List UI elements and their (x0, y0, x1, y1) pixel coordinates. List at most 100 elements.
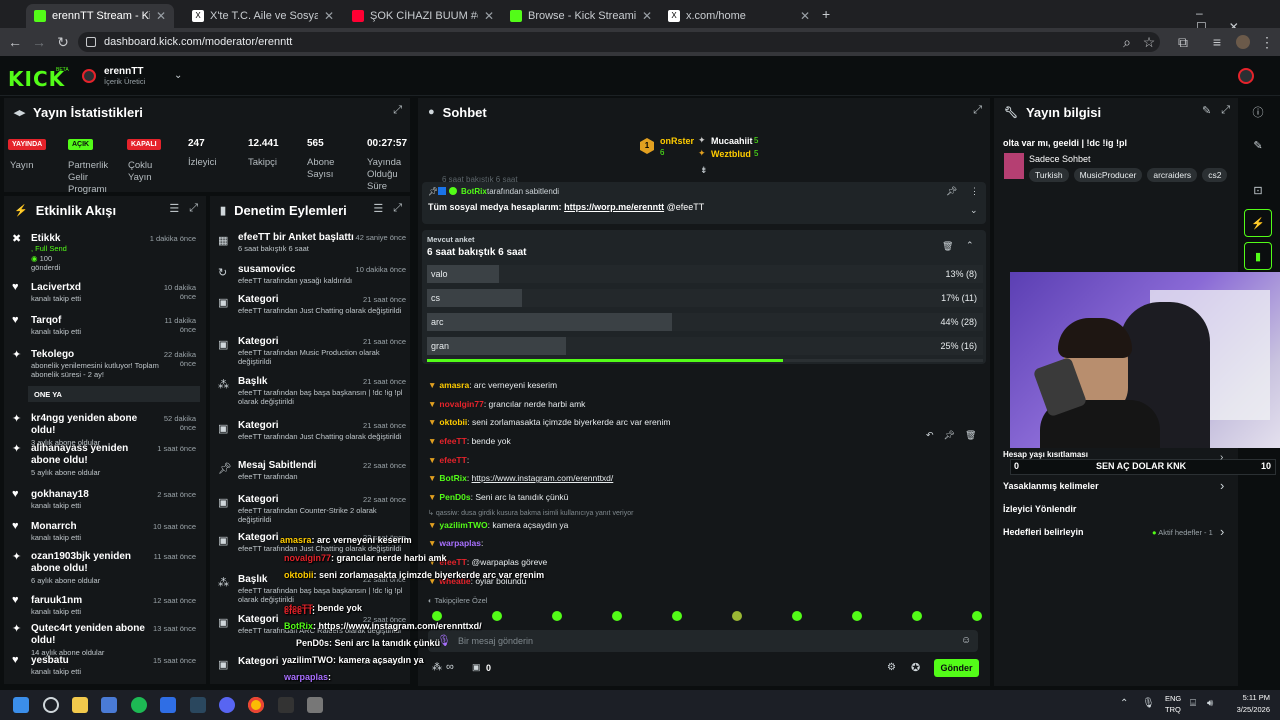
activity-toggle-icon[interactable]: ⚡ (1244, 209, 1272, 237)
zoom-icon[interactable]: ⌕ (1118, 33, 1136, 51)
chat-username[interactable]: oktobii (439, 417, 467, 427)
setting-redirect-viewers[interactable]: İzleyici Yönlendir (1003, 504, 1076, 514)
chevron-right-icon[interactable]: › (1220, 452, 1223, 463)
reload-icon[interactable]: ↻ (54, 33, 72, 51)
chevron-up-icon[interactable]: ⌃ (966, 240, 974, 251)
app-icon[interactable] (278, 697, 294, 713)
site-info-icon[interactable] (86, 37, 96, 47)
app-icon[interactable] (160, 697, 176, 713)
pin-icon[interactable]: 📌︎ (944, 430, 955, 446)
reply-icon[interactable]: ↶ (926, 430, 934, 446)
chat-username[interactable]: BotRix (439, 473, 466, 483)
edit-icon[interactable]: ✎ (1244, 131, 1272, 159)
tab-kick-dashboard[interactable]: erennTT Stream - Kick Dashboa ✕ (26, 4, 174, 28)
emote-icon[interactable] (552, 611, 562, 621)
chat-link[interactable]: https://www.instagram.com/erennttxd/ (472, 473, 614, 483)
edit-icon[interactable]: ✎ (1202, 104, 1211, 117)
emote-icon[interactable] (492, 611, 502, 621)
channel-avatar[interactable] (82, 69, 96, 83)
focus-icon[interactable]: ⊡ (1244, 176, 1272, 204)
expand-down-icon[interactable]: ⇟ (700, 165, 708, 176)
close-icon[interactable]: ✕ (484, 9, 494, 23)
chevron-right-icon[interactable]: › (1220, 478, 1224, 493)
poll-option[interactable]: cs 17% (11) (427, 289, 983, 307)
lang-primary[interactable]: ENG (1165, 694, 1181, 703)
profile-avatar[interactable] (1236, 35, 1250, 49)
activity-name[interactable]: alihanayass yeniden abone oldu! (31, 443, 151, 467)
popout-icon[interactable]: ⤢ (393, 104, 402, 117)
close-icon[interactable]: ✕ (800, 9, 810, 23)
spotify-icon[interactable] (131, 697, 147, 713)
new-tab-button[interactable]: + (822, 6, 830, 22)
user-avatar[interactable] (1238, 68, 1254, 84)
send-button[interactable]: Gönder (934, 659, 979, 677)
chat-username[interactable]: warpaplas (439, 538, 481, 548)
media-control-icon[interactable]: ≡ (1208, 33, 1226, 51)
emote-icon[interactable] (612, 611, 622, 621)
volume-icon[interactable]: 🔊︎ (1207, 698, 1213, 709)
close-icon[interactable]: ✕ (156, 9, 166, 23)
emote-icon[interactable] (972, 611, 982, 621)
store-icon[interactable]: ▣ (472, 662, 481, 673)
close-icon[interactable]: ✕ (642, 9, 652, 23)
filter-icon[interactable]: ☰ (169, 202, 179, 215)
info-icon[interactable]: ⓘ (1244, 98, 1272, 126)
discord-icon[interactable] (219, 697, 235, 713)
network-icon[interactable]: ⌸ (1190, 698, 1196, 709)
moderation-toggle-icon[interactable]: ▮ (1244, 242, 1272, 270)
windows-start-icon[interactable] (13, 697, 29, 713)
trash-icon[interactable]: 🗑︎ (942, 241, 953, 252)
clock-date[interactable]: 3/25/2026 (1226, 705, 1270, 714)
setting-account-age[interactable]: Hesap yaşı kısıtlaması (1003, 450, 1088, 459)
poll-option[interactable]: gran 25% (16) (427, 337, 983, 355)
steam-icon[interactable] (190, 697, 206, 713)
poll-option[interactable]: arc 44% (28) (427, 313, 983, 331)
channel-name[interactable]: erennTT (104, 66, 143, 77)
activity-name[interactable]: Lacivertxd (31, 282, 151, 294)
more-options-icon[interactable]: ⋮ (970, 186, 979, 197)
unpin-icon[interactable]: 📌︎ (946, 186, 957, 197)
popout-icon[interactable]: ⤢ (973, 104, 982, 117)
activity-name[interactable]: Tarqof (31, 315, 151, 327)
emote-icon[interactable] (672, 611, 682, 621)
chat-username[interactable]: novalgin77 (439, 399, 483, 409)
emoji-icon[interactable]: ☺ (961, 635, 971, 646)
lang-secondary[interactable]: TRQ (1165, 705, 1181, 714)
setting-banned-words[interactable]: Yasaklanmış kelimeler (1003, 481, 1099, 491)
delete-icon[interactable]: 🗑︎ (965, 430, 976, 446)
store-app-icon[interactable] (101, 697, 117, 713)
mod-shield-icon[interactable]: ✪ (911, 661, 920, 674)
activity-name[interactable]: faruuk1nm (31, 595, 151, 607)
emote-icon[interactable] (732, 611, 742, 621)
activity-name[interactable]: ozan1903bjk yeniden abone oldu! (31, 551, 151, 575)
chat-username[interactable]: amasra (439, 380, 469, 390)
chat-username[interactable]: PenD0s (439, 492, 470, 502)
activity-name[interactable]: gokhanay18 (31, 489, 151, 501)
chat-username[interactable]: efeeTT (439, 436, 466, 446)
chevron-down-icon[interactable]: ⌄ (970, 205, 978, 216)
chrome-icon[interactable] (248, 697, 264, 713)
tab-youtube[interactable]: ŞOK CİHAZI BUUM #erenntt #k ✕ (344, 4, 502, 28)
activity-name[interactable]: Monarrch (31, 521, 151, 533)
emote-icon[interactable] (792, 611, 802, 621)
file-explorer-icon[interactable] (72, 697, 88, 713)
emote-icon[interactable] (912, 611, 922, 621)
search-icon[interactable] (43, 697, 59, 713)
activity-name[interactable]: kr4ngg yeniden abone oldu! (31, 413, 151, 437)
pinned-link[interactable]: https://worp.me/erenntt (564, 202, 664, 212)
setting-goals[interactable]: Hedefleri belirleyin (1003, 527, 1084, 537)
activity-name[interactable]: Qutec4rt yeniden abone oldu! (31, 623, 151, 647)
tab-x-post[interactable]: X X'te T.C. Aile ve Sosyal Hizmetle ✕ (184, 4, 342, 28)
poll-option[interactable]: valo 13% (8) (427, 265, 983, 283)
tray-chevron-icon[interactable]: ⌃ (1120, 698, 1128, 709)
extensions-icon[interactable]: ⧉ (1174, 33, 1192, 51)
activity-name[interactable]: Tekolego (31, 349, 151, 361)
chevron-down-icon[interactable]: ⌄ (174, 70, 182, 81)
chat-username[interactable]: efeeTT (439, 455, 466, 465)
emote-icon[interactable] (432, 611, 442, 621)
popout-icon[interactable]: ⤢ (1221, 104, 1230, 117)
tab-x-home[interactable]: X x.com/home ✕ (660, 4, 818, 28)
mic-tray-icon[interactable]: 🎙︎ (1142, 698, 1155, 709)
chevron-right-icon[interactable]: › (1220, 524, 1224, 539)
filter-icon[interactable]: ☰ (373, 202, 383, 215)
